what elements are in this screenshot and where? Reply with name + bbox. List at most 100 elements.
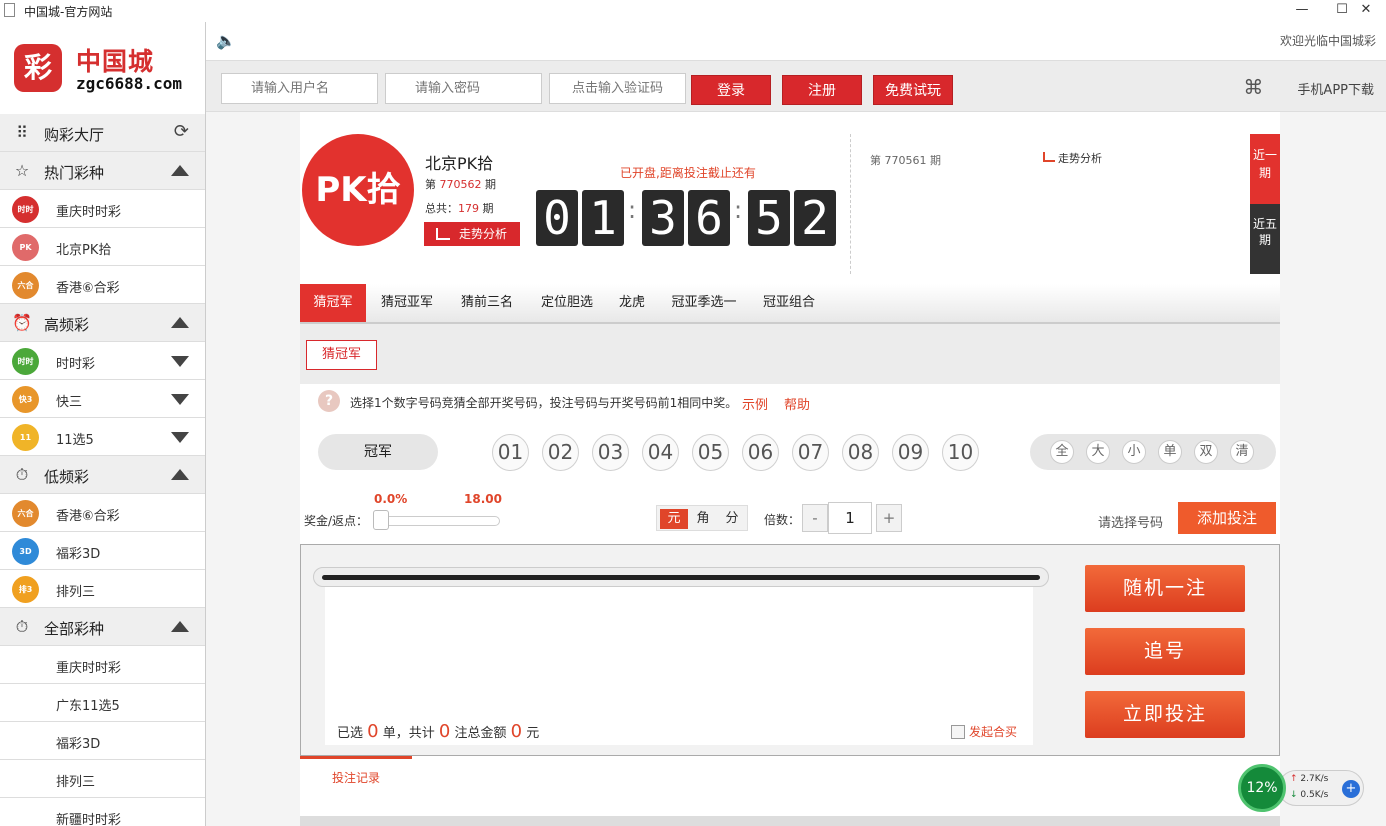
expand-icon[interactable] <box>171 432 189 443</box>
cqssc-logo-icon: 时时 <box>12 196 39 223</box>
multiplier-input[interactable]: 1 <box>828 502 872 534</box>
expand-icon[interactable] <box>171 356 189 367</box>
number-ball[interactable]: 08 <box>842 434 879 471</box>
sidebar-item-hk6-low[interactable]: 六合 香港⑥合彩 <box>0 494 205 532</box>
password-input[interactable] <box>385 73 542 104</box>
sidebar-item-all-fc3d[interactable]: 福彩3D <box>0 722 205 760</box>
speaker-icon[interactable]: 🔈 <box>216 31 236 50</box>
expand-icon[interactable] <box>171 394 189 405</box>
minimize-button[interactable]: — <box>1282 0 1322 22</box>
username-input[interactable] <box>221 73 378 104</box>
stopwatch-icon: ⏱ <box>15 465 29 484</box>
number-ball[interactable]: 10 <box>942 434 979 471</box>
quick-small-button[interactable]: 小 <box>1122 440 1146 464</box>
countdown-digit: 2 <box>794 190 836 246</box>
sidebar-item-hk6[interactable]: 六合 香港⑥合彩 <box>0 266 205 304</box>
tab-guess-champion[interactable]: 猜冠军 <box>300 284 366 322</box>
tab-recent-five[interactable]: 近五期 <box>1250 204 1280 274</box>
last-issue: 第 770561 期 <box>870 154 941 167</box>
rebate-slider-track[interactable] <box>378 516 500 526</box>
sidebar-item-cqssc[interactable]: 时时 重庆时时彩 <box>0 190 205 228</box>
add-bet-button[interactable]: 添加投注 <box>1178 502 1276 534</box>
example-link[interactable]: 示例 <box>742 394 768 413</box>
rebate-label: 奖金/返点： <box>304 514 369 528</box>
sidebar-item-ssc[interactable]: 时时 时时彩 <box>0 342 205 380</box>
tab-position[interactable]: 定位胆选 <box>532 284 602 322</box>
sidebar-item-all-cqssc[interactable]: 重庆时时彩 <box>0 646 205 684</box>
sidebar-item-xjssc[interactable]: 新疆时时彩 <box>0 798 205 826</box>
number-ball[interactable]: 01 <box>492 434 529 471</box>
scrollbar-thumb[interactable] <box>322 575 1040 580</box>
sub-tab-bar: 猜冠军 <box>300 324 1280 384</box>
number-ball[interactable]: 02 <box>542 434 579 471</box>
note-count: 0 <box>438 721 451 742</box>
unit-fen[interactable]: 分 <box>718 509 746 529</box>
sidebar-section-low[interactable]: ⏱ 低频彩 <box>0 456 205 494</box>
sidebar-lobby[interactable]: ⠿ 购彩大厅 ⟳ <box>0 114 205 152</box>
sidebar-item-pk10[interactable]: PK 北京PK拾 <box>0 228 205 266</box>
rebate-slider-handle[interactable] <box>373 510 389 530</box>
number-ball[interactable]: 05 <box>692 434 729 471</box>
quick-clear-button[interactable]: 清 <box>1230 440 1254 464</box>
quick-odd-button[interactable]: 单 <box>1158 440 1182 464</box>
tab-top-three[interactable]: 猜前三名 <box>452 284 522 322</box>
help-link[interactable]: 帮助 <box>784 394 810 413</box>
sidebar-item-k3[interactable]: 快3 快三 <box>0 380 205 418</box>
network-monitor-widget[interactable]: 12% ↑ 2.7K/s ↓ 0.5K/s + <box>1238 764 1366 814</box>
sidebar-item-11x5[interactable]: 11 11选5 <box>0 418 205 456</box>
number-ball[interactable]: 04 <box>642 434 679 471</box>
chase-number-button[interactable]: 追号 <box>1085 628 1245 675</box>
tab-dragon-tiger[interactable]: 龙虎 <box>610 284 654 322</box>
tab-recent-one[interactable]: 近一期 <box>1250 134 1280 204</box>
pl3-logo-icon: 排3 <box>12 576 39 603</box>
sidebar-section-high[interactable]: ⏰ 高频彩 <box>0 304 205 342</box>
sidebar-item-pl3[interactable]: 排3 排列三 <box>0 570 205 608</box>
collapse-icon[interactable] <box>171 317 189 328</box>
subtab-guess-champion[interactable]: 猜冠军 <box>306 340 377 370</box>
quick-even-button[interactable]: 双 <box>1194 440 1218 464</box>
collapse-icon[interactable] <box>171 165 189 176</box>
position-label: 冠军 <box>318 434 438 470</box>
sidebar-section-all[interactable]: ⏱ 全部彩种 <box>0 608 205 646</box>
unit-yuan[interactable]: 元 <box>660 509 688 529</box>
group-buy-checkbox[interactable]: 发起合买 <box>951 723 1017 740</box>
sidebar-item-gd11x5[interactable]: 广东11选5 <box>0 684 205 722</box>
refresh-icon[interactable]: ⟳ <box>174 121 189 142</box>
app-download-link[interactable]: ⌘ 手机APP下载 <box>1243 75 1374 99</box>
tab-pick-one[interactable]: 冠亚季选一 <box>662 284 746 322</box>
register-button[interactable]: 注册 <box>782 75 862 105</box>
trend-analysis-link[interactable]: 走势分析 <box>1043 150 1102 166</box>
sidebar-section-hot[interactable]: ☆ 热门彩种 <box>0 152 205 190</box>
number-ball[interactable]: 09 <box>892 434 929 471</box>
bet-list-scrollbar[interactable] <box>313 567 1049 587</box>
login-button[interactable]: 登录 <box>691 75 771 105</box>
divider <box>850 134 851 274</box>
collapse-icon[interactable] <box>171 469 189 480</box>
number-ball[interactable]: 03 <box>592 434 629 471</box>
quick-all-button[interactable]: 全 <box>1050 440 1074 464</box>
multiplier-plus-button[interactable]: + <box>876 504 902 532</box>
tab-bet-records[interactable]: 投注记录 <box>300 756 412 798</box>
ssc-logo-icon: 时时 <box>12 348 39 375</box>
close-button[interactable]: ✕ <box>1346 0 1386 22</box>
trial-button[interactable]: 免费试玩 <box>873 75 953 105</box>
tab-combination[interactable]: 冠亚组合 <box>754 284 824 322</box>
submit-bet-button[interactable]: 立即投注 <box>1085 691 1245 738</box>
countdown-digit: 5 <box>748 190 790 246</box>
plus-icon[interactable]: + <box>1342 780 1360 798</box>
random-bet-button[interactable]: 随机一注 <box>1085 565 1245 612</box>
sidebar-section-label: 全部彩种 <box>44 620 105 638</box>
tab-champion-runnerup[interactable]: 猜冠亚军 <box>372 284 442 322</box>
sidebar-item-all-pl3[interactable]: 排列三 <box>0 760 205 798</box>
countdown-digit: 3 <box>642 190 684 246</box>
trend-analysis-button[interactable]: 走势分析 <box>424 222 520 246</box>
number-ball[interactable]: 06 <box>742 434 779 471</box>
unit-jiao[interactable]: 角 <box>689 509 717 529</box>
collapse-icon[interactable] <box>171 621 189 632</box>
brand-logo[interactable]: 彩 中国城 zgc6688.com <box>14 44 204 114</box>
multiplier-minus-button[interactable]: - <box>802 504 828 532</box>
captcha-input[interactable] <box>549 73 686 104</box>
sidebar-item-fc3d[interactable]: 3D 福彩3D <box>0 532 205 570</box>
quick-big-button[interactable]: 大 <box>1086 440 1110 464</box>
number-ball[interactable]: 07 <box>792 434 829 471</box>
